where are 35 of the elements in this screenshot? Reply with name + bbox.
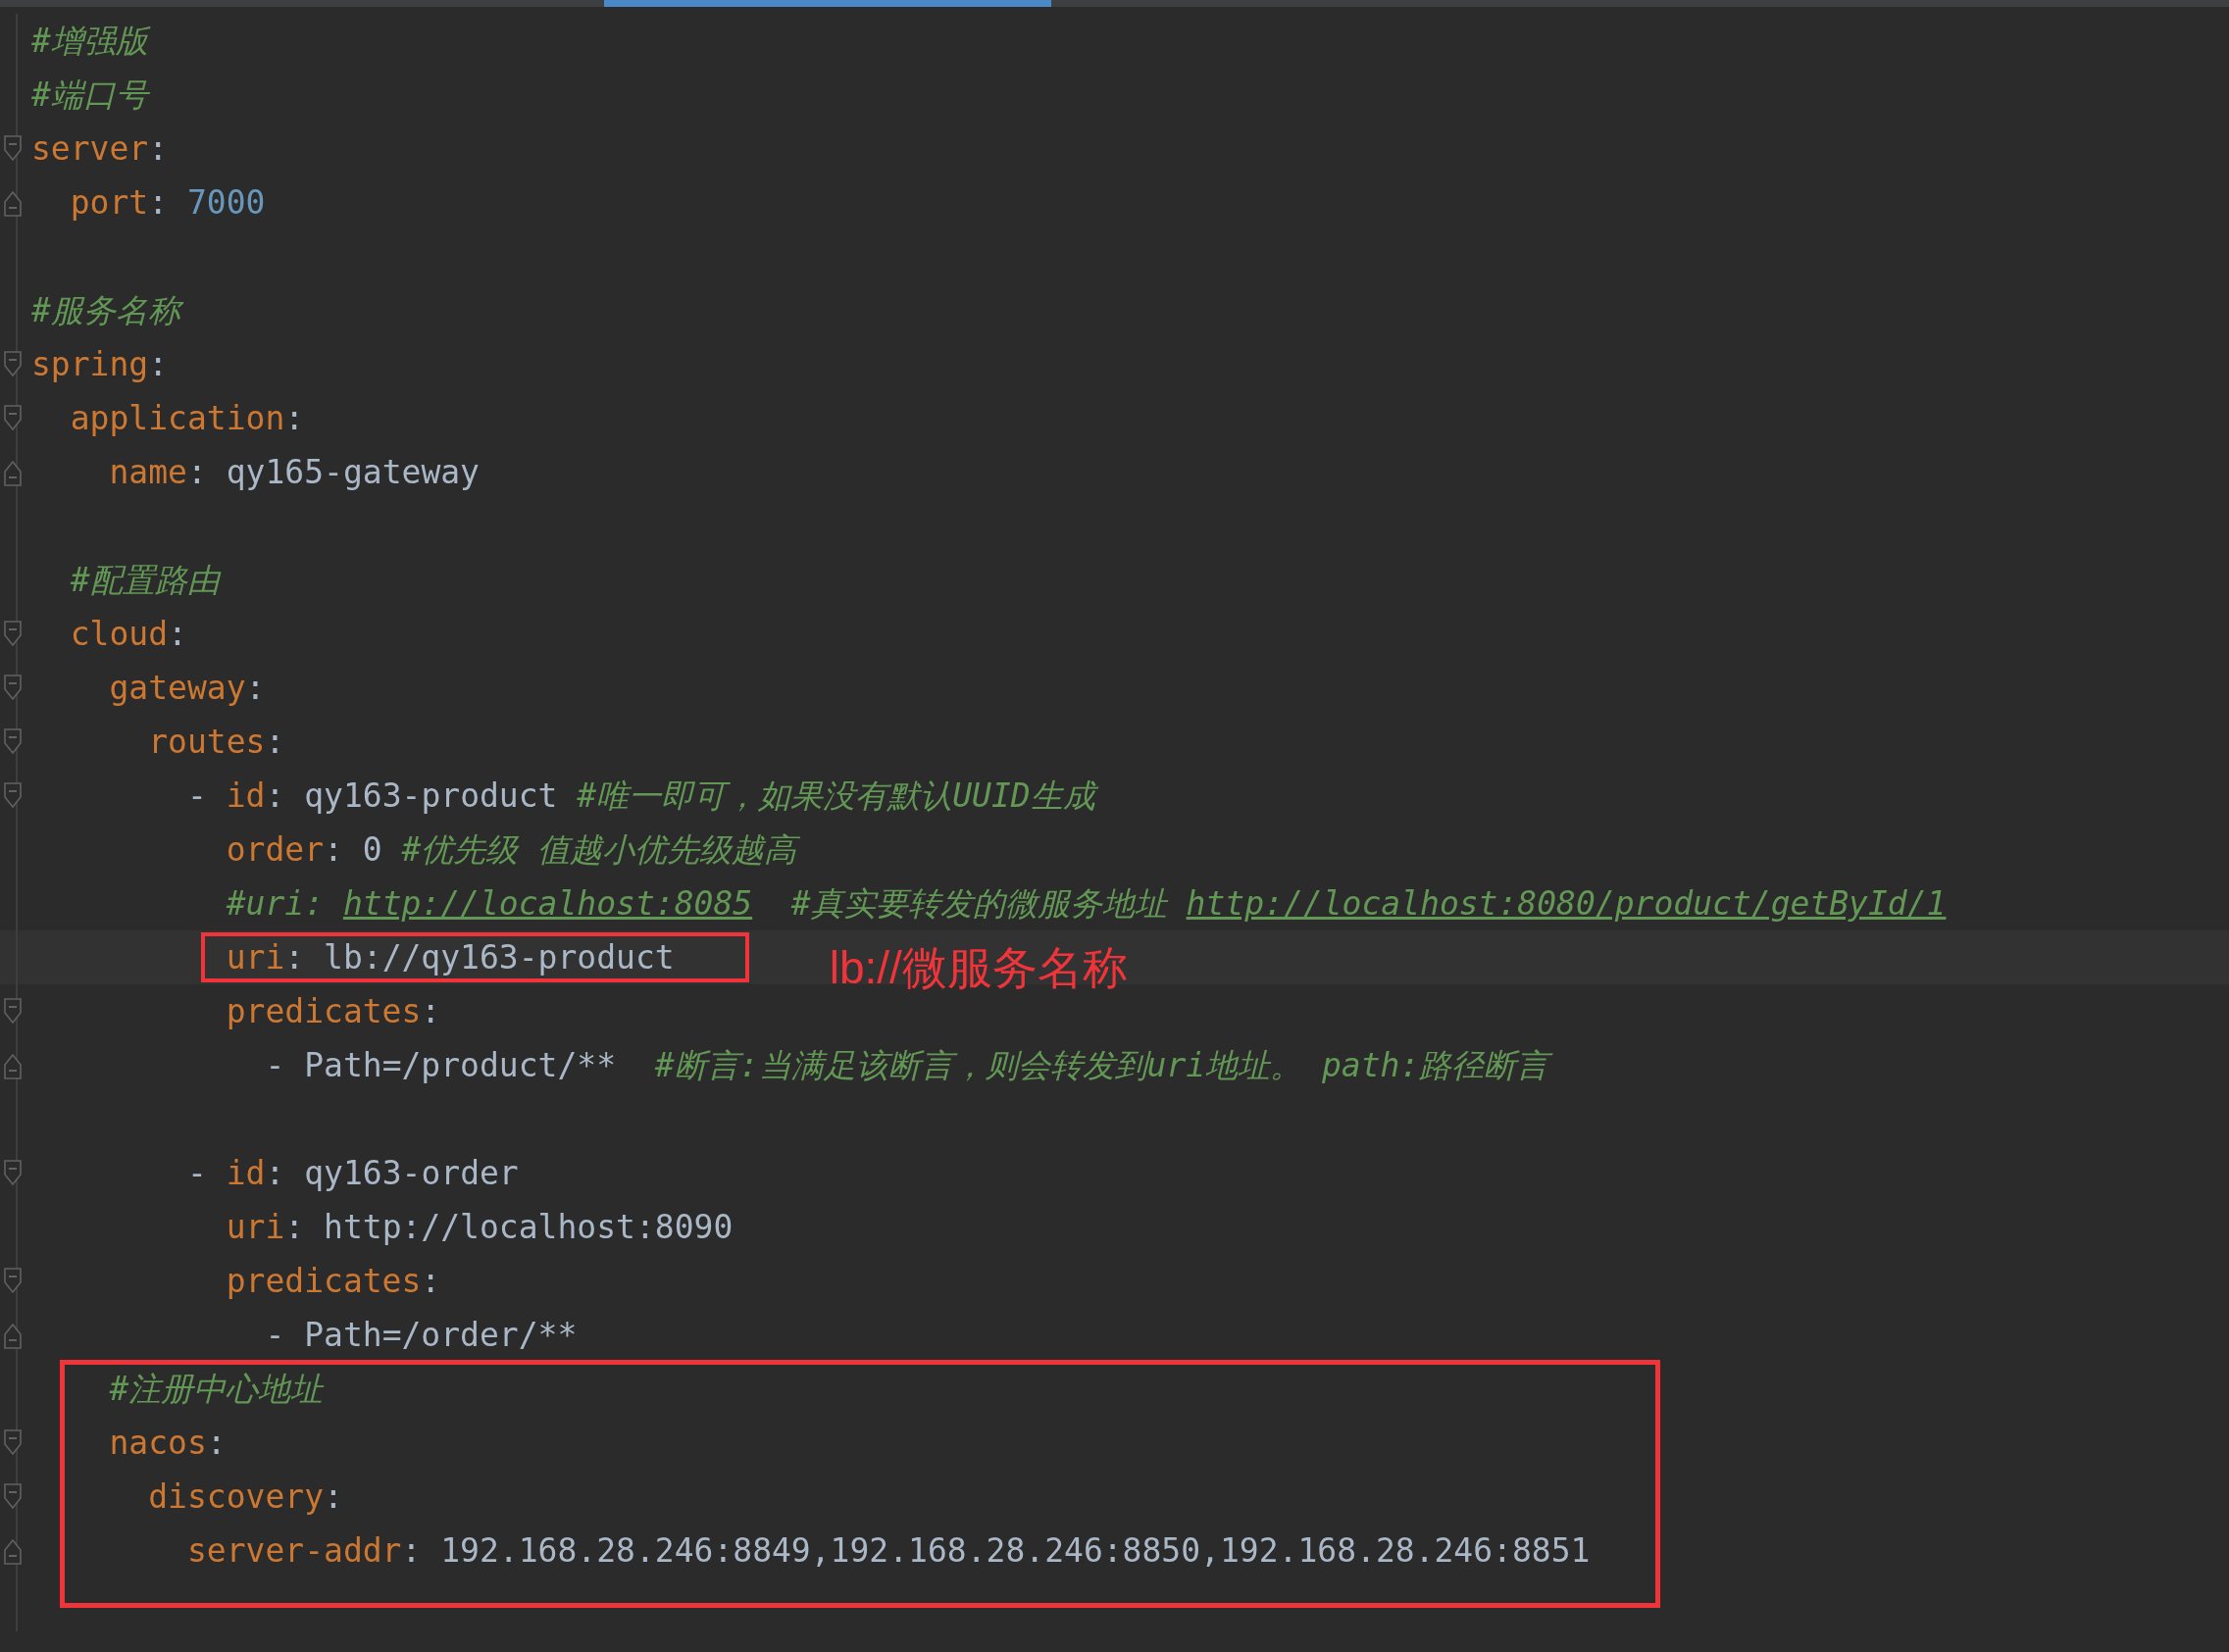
code-line: uri: lb://qy163-product [226,937,675,976]
fold-collapse-icon[interactable] [3,403,23,433]
code-line: discovery: [147,1477,343,1517]
annotation-text: lb://微服务名称 [829,940,1128,995]
code-line: #uri: http://localhost:8085 #真实要转发的微服务地址 http://localhost:8080/product/getById/1 [225,883,1947,924]
fold-collapse-icon[interactable] [3,133,23,164]
code-line: name: qy165-gateway [108,452,480,492]
code-line: #注册中心地址 [108,1369,324,1409]
fold-collapse-icon[interactable] [3,726,23,757]
code-line: server-addr: 192.168.28.246:8849,192.168.28.246:8850,192.168.28.246:8851 [185,1530,1591,1571]
code-line: routes: [147,722,285,762]
code-line: server: [31,128,169,169]
code-line: #配置路由 [69,560,220,600]
fold-collapse-icon[interactable] [3,349,23,379]
code-line: predicates: [225,991,441,1031]
fold-collapse-icon[interactable] [3,619,23,649]
fold-collapse-icon[interactable] [3,780,23,811]
fold-collapse-icon[interactable] [3,1158,23,1188]
code-line: gateway: [108,668,266,708]
code-line: predicates: [225,1261,441,1301]
code-line: uri: http://localhost:8090 [225,1207,734,1247]
scrollbar-thumb[interactable] [604,0,1051,7]
fold-collapse-icon[interactable] [3,996,23,1026]
fold-collapse-icon[interactable] [3,1266,23,1296]
code-line: application: [69,398,305,438]
fold-collapse-icon[interactable] [3,1481,23,1512]
code-line: port: 7000 [69,182,266,223]
code-line: nacos: [108,1423,227,1463]
code-line: #端口号 [31,75,148,115]
fold-collapse-icon[interactable] [3,1427,23,1458]
fold-collapse-icon[interactable] [3,673,23,703]
code-line: - Path=/order/** [264,1315,578,1355]
code-line: cloud: [69,614,187,654]
code-line: spring: [31,344,169,384]
code-line: - id: qy163-order [185,1153,519,1193]
